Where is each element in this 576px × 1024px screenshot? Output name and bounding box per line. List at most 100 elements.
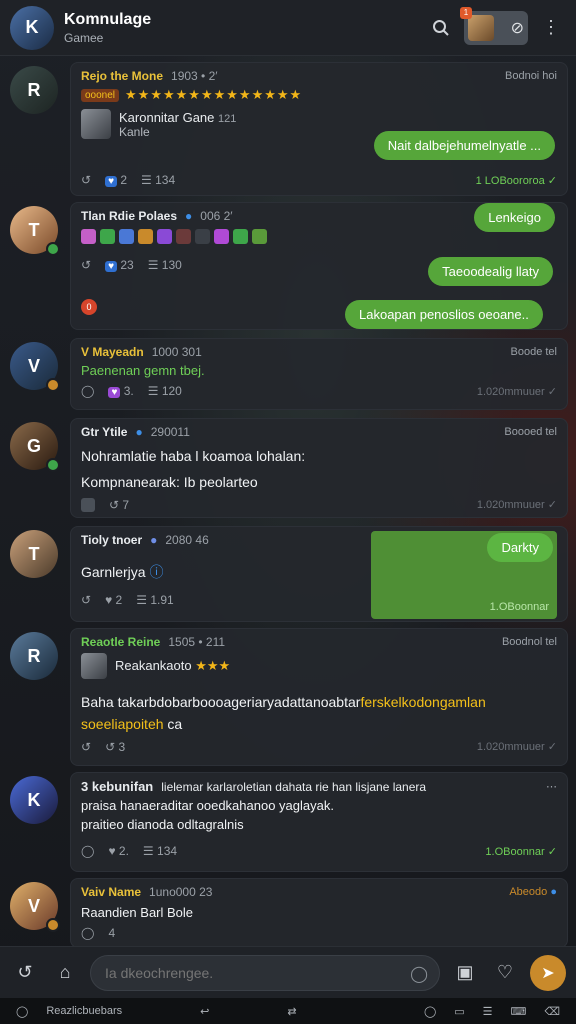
notes-icon[interactable]: ☰ bbox=[483, 1005, 493, 1018]
group-avatar[interactable]: K bbox=[10, 5, 54, 50]
reply-icon[interactable]: ◯ bbox=[81, 844, 94, 858]
reply-bubble[interactable]: Nait dalbejehumelnyatle ... bbox=[373, 131, 555, 160]
sender-name[interactable]: 3 kebunifan bbox=[81, 779, 153, 794]
like-icon[interactable]: ♥ bbox=[105, 261, 117, 272]
home-icon[interactable]: ⌂ bbox=[50, 958, 80, 988]
view-count: 120 bbox=[161, 384, 182, 398]
reply-icon[interactable]: ◯ bbox=[81, 384, 94, 398]
sender-name[interactable]: Tlan Rdie Polaes bbox=[81, 209, 177, 223]
camera-icon[interactable]: ▣ bbox=[450, 958, 480, 988]
view-count: 134 bbox=[157, 844, 178, 858]
like-icon[interactable]: ♥ bbox=[105, 176, 117, 187]
view-count: 134 bbox=[155, 173, 176, 187]
view-count: 1.91 bbox=[150, 593, 174, 608]
user-avatar[interactable]: T bbox=[10, 530, 58, 578]
message-card: 3 kebunifan lielemar karlaroletian dahat… bbox=[70, 772, 568, 872]
message-item: V V Mayeadn 1000 301 Boode tel Paenenan … bbox=[8, 338, 568, 410]
window-icon[interactable]: ▭ bbox=[454, 1005, 464, 1018]
game-thumbnail bbox=[81, 109, 111, 139]
sender-name[interactable]: Gtr Ytile bbox=[81, 425, 127, 439]
check-icon: ✓ bbox=[547, 499, 557, 512]
read-status: 1.020mmuuer bbox=[476, 741, 545, 754]
message-meta: 1uno000 23 bbox=[149, 885, 213, 899]
keyboard-icon[interactable]: ⌨ bbox=[511, 1005, 527, 1018]
online-badge bbox=[46, 242, 60, 256]
message-text: Paenenan gemn tbej. bbox=[81, 363, 205, 378]
reply-bubble[interactable]: Lakoapan penoslios oeoane.. bbox=[345, 300, 543, 329]
message-item: R Reaotle Reine 1505 • 211 Boodnol tel R… bbox=[8, 628, 568, 766]
image-icon[interactable] bbox=[81, 497, 95, 512]
system-app-icon[interactable]: ◯ bbox=[16, 1005, 28, 1018]
more-icon[interactable]: ⋯ bbox=[546, 780, 557, 793]
message-item: T Tioly tnoer ● 2080 46 Garnlerjya ⓘ ↺ ♥… bbox=[8, 526, 568, 622]
level-badge bbox=[46, 918, 60, 932]
message-item: K 3 kebunifan lielemar karlaroletian dah… bbox=[8, 772, 568, 872]
view-count: 7 bbox=[122, 497, 130, 512]
message-card: Gtr Ytile ● 290011 Boooed tel Nohramlati… bbox=[70, 418, 568, 518]
home-nav-icon[interactable]: ⇄ bbox=[287, 1005, 296, 1018]
message-meta: 1000 301 bbox=[151, 345, 202, 359]
message-text: Nohramlatie haba l koamoa lohalan: bbox=[81, 448, 306, 464]
search-icon[interactable] bbox=[426, 13, 456, 43]
chat-header: K Komnulage Gamee 1 ⊘ ⋮ bbox=[0, 0, 576, 56]
game-meta: 121 bbox=[218, 112, 237, 125]
back-icon[interactable]: ↩ bbox=[200, 1005, 209, 1018]
reply-bubble[interactable]: Lenkeigo bbox=[474, 203, 555, 232]
like-count: 23 bbox=[120, 258, 134, 272]
reply-icon[interactable]: ↺ bbox=[81, 173, 91, 187]
sender-name[interactable]: Tioly tnoer bbox=[81, 533, 142, 547]
user-avatar[interactable]: G bbox=[10, 422, 60, 472]
reply-icon[interactable]: ↺ bbox=[81, 740, 91, 754]
read-status: 1 LOBoororoa bbox=[475, 174, 545, 187]
reply-icon[interactable]: ↺ bbox=[81, 593, 91, 607]
attach-icon[interactable]: ↺ bbox=[10, 958, 40, 988]
quoted-user[interactable]: Reakankaoto ★★★ bbox=[81, 653, 557, 679]
media-thumbnail[interactable]: 1 ⊘ bbox=[460, 6, 528, 45]
read-status: 1.020mmuuer bbox=[476, 499, 545, 512]
sender-name[interactable]: Rejo the Mone bbox=[81, 69, 163, 83]
message-card: Rejo the Mone 1903 • 2′ Bodnoi hoi ooone… bbox=[70, 62, 568, 196]
message-time: Boodnol tel bbox=[501, 636, 557, 648]
reply-icon[interactable]: ↺ bbox=[81, 258, 91, 272]
message-text: Kompnanearak: Ib peolarteo bbox=[81, 474, 258, 491]
message-time: Bodnoi hoi bbox=[505, 70, 557, 82]
message-meta: 1505 • 211 bbox=[168, 635, 226, 649]
message-time: Boode tel bbox=[510, 346, 557, 358]
verified-icon: ● bbox=[135, 425, 143, 439]
sender-name[interactable]: Vaiv Name bbox=[81, 885, 141, 899]
sticker-icon[interactable]: ◯ bbox=[410, 964, 428, 984]
like-icon[interactable]: ♥ bbox=[108, 387, 121, 398]
heart-icon[interactable]: ♡ bbox=[490, 958, 520, 988]
send-button[interactable]: ➤ bbox=[530, 954, 566, 991]
view-count: 130 bbox=[161, 258, 182, 272]
game-subtitle: Kanle bbox=[119, 124, 150, 139]
message-meta: 1903 • 2′ bbox=[171, 69, 218, 83]
compass-icon[interactable]: ◯ bbox=[424, 1005, 436, 1018]
read-status: 1.020mmuuer bbox=[476, 385, 545, 398]
user-avatar[interactable]: V bbox=[10, 882, 60, 932]
user-avatar[interactable]: T bbox=[10, 206, 60, 256]
sender-name[interactable]: V Mayeadn bbox=[81, 345, 144, 359]
user-avatar[interactable]: V bbox=[10, 342, 60, 392]
more-vertical-icon[interactable]: ⋮ bbox=[536, 13, 566, 43]
read-status: 1.OBoonnar bbox=[489, 601, 549, 613]
user-avatar[interactable]: R bbox=[10, 632, 58, 680]
sender-name[interactable]: Reaotle Reine bbox=[81, 635, 160, 649]
like-count: 2 bbox=[115, 593, 123, 608]
verified-icon: ● bbox=[550, 886, 557, 898]
user-avatar[interactable]: R bbox=[10, 66, 58, 114]
block-icon: ⊘ bbox=[510, 19, 524, 37]
thumbnail-image bbox=[468, 14, 494, 41]
trash-icon[interactable]: ⌫ bbox=[544, 1005, 560, 1018]
message-feed[interactable]: R Rejo the Mone 1903 • 2′ Bodnoi hoi ooo… bbox=[0, 56, 576, 948]
message-input[interactable] bbox=[90, 954, 440, 991]
chat-title-block[interactable]: Komnulage Gamee bbox=[64, 11, 426, 45]
reply-bubble[interactable]: Taeoodealig llaty bbox=[428, 257, 553, 286]
reply-icon[interactable]: ◯ bbox=[81, 926, 94, 940]
user-avatar[interactable]: K bbox=[10, 776, 58, 824]
reply-bubble[interactable]: Darkty bbox=[487, 533, 553, 562]
check-icon: ✓ bbox=[547, 741, 557, 754]
message-item: R Rejo the Mone 1903 • 2′ Bodnoi hoi ooo… bbox=[8, 62, 568, 196]
highlight-text: ferskelkodongamlan bbox=[360, 694, 486, 710]
highlight-text: soeeliapoiteh bbox=[81, 716, 164, 733]
